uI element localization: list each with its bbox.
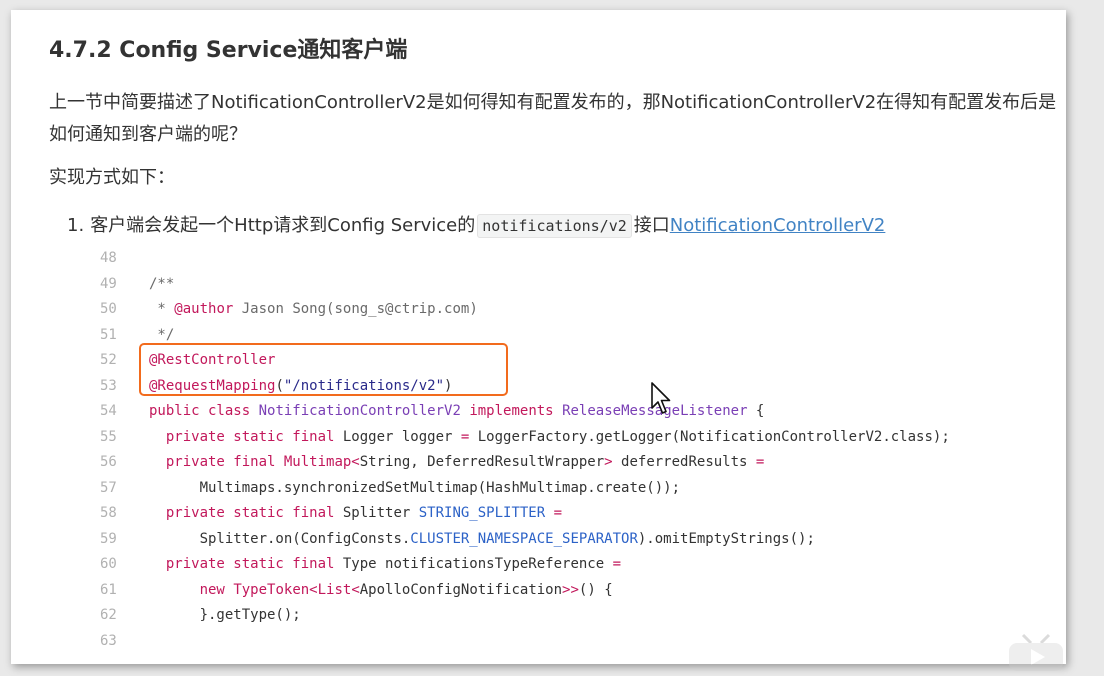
line-number: 48	[100, 250, 117, 266]
code-text: private static final Type notificationsT…	[149, 552, 621, 578]
code-text: private final Multimap<String, DeferredR…	[149, 450, 764, 476]
line-number: 50	[100, 301, 117, 317]
line-number: 55	[100, 428, 117, 445]
line-number: 62	[100, 607, 117, 623]
constant-name: CLUSTER_NAMESPACE_SEPARATOR	[410, 530, 638, 547]
keyword: new	[199, 581, 225, 598]
code-token: Splitter.on(ConfigConsts.	[199, 530, 411, 547]
code-token: ).omitEmptyStrings();	[637, 530, 815, 547]
code-line: 60 private static final Type notificatio…	[100, 552, 1040, 578]
operator: =	[755, 454, 765, 470]
code-block: 48 49 /** 50 * @author Jason Song(song_s@…	[100, 246, 1040, 654]
step-1: 1. 客户端会发起一个Http请求到Config Service的 notifica…	[67, 210, 885, 242]
keyword: public class	[149, 403, 251, 419]
line-number: 58	[100, 505, 117, 521]
code-line: 55 private static final Logger logger = …	[100, 425, 1040, 451]
javadoc-tag: @author	[174, 301, 234, 317]
code-text: Splitter.on(ConfigConsts.CLUSTER_NAMESPA…	[149, 527, 815, 553]
operator: =	[612, 556, 622, 572]
code-text: /**	[149, 275, 175, 292]
code-line: 50 * @author Jason Song(song_s@ctrip.com…	[100, 297, 1040, 323]
code-token: }.getType();	[199, 607, 301, 623]
line-number: 53	[100, 377, 117, 394]
line-number: 59	[100, 530, 117, 547]
code-line: 62 }.getType();	[100, 603, 1040, 629]
code-token: Logger logger	[334, 428, 461, 445]
line-number: 57	[100, 479, 117, 496]
keyword: private final	[165, 454, 276, 470]
inline-code: notifications/v2	[477, 214, 632, 238]
method-label: 实现方式如下：	[49, 167, 175, 188]
code-token: Splitter	[334, 505, 419, 521]
code-text: private static final Splitter STRING_SPL…	[149, 501, 562, 527]
keyword: private static final	[165, 505, 335, 521]
operator: >>	[562, 581, 579, 598]
code-text: }.getType();	[149, 603, 301, 629]
generic-type: TypeToken<List<	[233, 581, 360, 598]
code-token: () {	[578, 581, 613, 598]
keyword: private static final	[165, 428, 335, 445]
generic-type: Multimap<	[283, 454, 360, 470]
line-number: 61	[100, 581, 117, 598]
code-token: Type notificationsTypeReference	[334, 556, 613, 572]
code-line: 56 private final Multimap<String, Deferr…	[100, 450, 1040, 476]
line-number: 60	[100, 556, 117, 572]
comment-text: Jason Song(song_s@ctrip.com)	[233, 301, 478, 317]
code-token: ApolloConfigNotification	[359, 581, 563, 598]
code-token: {	[747, 403, 765, 419]
code-text: * @author Jason Song(song_s@ctrip.com)	[149, 297, 478, 323]
keyword: private static final	[165, 556, 335, 572]
code-token: LoggerFactory.getLogger(NotificationCont…	[469, 428, 950, 445]
comment-text: *	[149, 301, 175, 317]
code-line: 61 new TypeToken<List<ApolloConfigNotifi…	[100, 578, 1040, 604]
step-number: 1.	[67, 215, 85, 236]
code-line: 58 private static final Splitter STRING_…	[100, 501, 1040, 527]
mouse-cursor-icon	[651, 382, 671, 414]
class-name: NotificationControllerV2	[258, 403, 461, 419]
intro-paragraph: 上一节中简要描述了NotificationControllerV2是如何得知有配…	[49, 92, 1057, 145]
keyword: implements	[469, 403, 554, 419]
line-number: 52	[100, 352, 117, 368]
notification-controller-link[interactable]: NotificationControllerV2	[670, 215, 886, 236]
code-line: 48	[100, 246, 1040, 272]
step-text-after: 接口	[633, 215, 670, 236]
code-text: new TypeToken<List<ApolloConfigNotificat…	[149, 578, 613, 604]
highlight-box	[139, 343, 508, 396]
code-line: 57 Multimaps.synchronizedSetMultimap(Has…	[100, 476, 1040, 502]
constant-name: STRING_SPLITTER	[418, 505, 546, 521]
line-number: 54	[100, 403, 117, 419]
play-icon[interactable]	[1007, 632, 1065, 672]
code-token: deferredResults	[612, 454, 756, 470]
operator: >	[604, 454, 613, 470]
line-number: 51	[100, 326, 117, 343]
line-number: 63	[100, 632, 117, 649]
code-text: private static final Logger logger = Log…	[149, 425, 950, 451]
code-line: 49 /**	[100, 272, 1040, 298]
line-number: 56	[100, 454, 117, 470]
code-token: String, DeferredResultWrapper	[359, 454, 605, 470]
line-number: 49	[100, 275, 117, 292]
step-text-before: 客户端会发起一个Http请求到Config Service的	[90, 215, 476, 236]
code-line: 59 Splitter.on(ConfigConsts.CLUSTER_NAME…	[100, 527, 1040, 553]
code-text: Multimaps.synchronizedSetMultimap(HashMu…	[149, 476, 680, 502]
operator: =	[545, 505, 563, 521]
code-line: 54 public class NotificationControllerV2 …	[100, 399, 1040, 425]
code-token: Multimaps.synchronizedSetMultimap(HashMu…	[199, 479, 681, 496]
section-heading: 4.7.2 Config Service通知客户端	[49, 38, 408, 63]
code-line: 63	[100, 629, 1040, 655]
